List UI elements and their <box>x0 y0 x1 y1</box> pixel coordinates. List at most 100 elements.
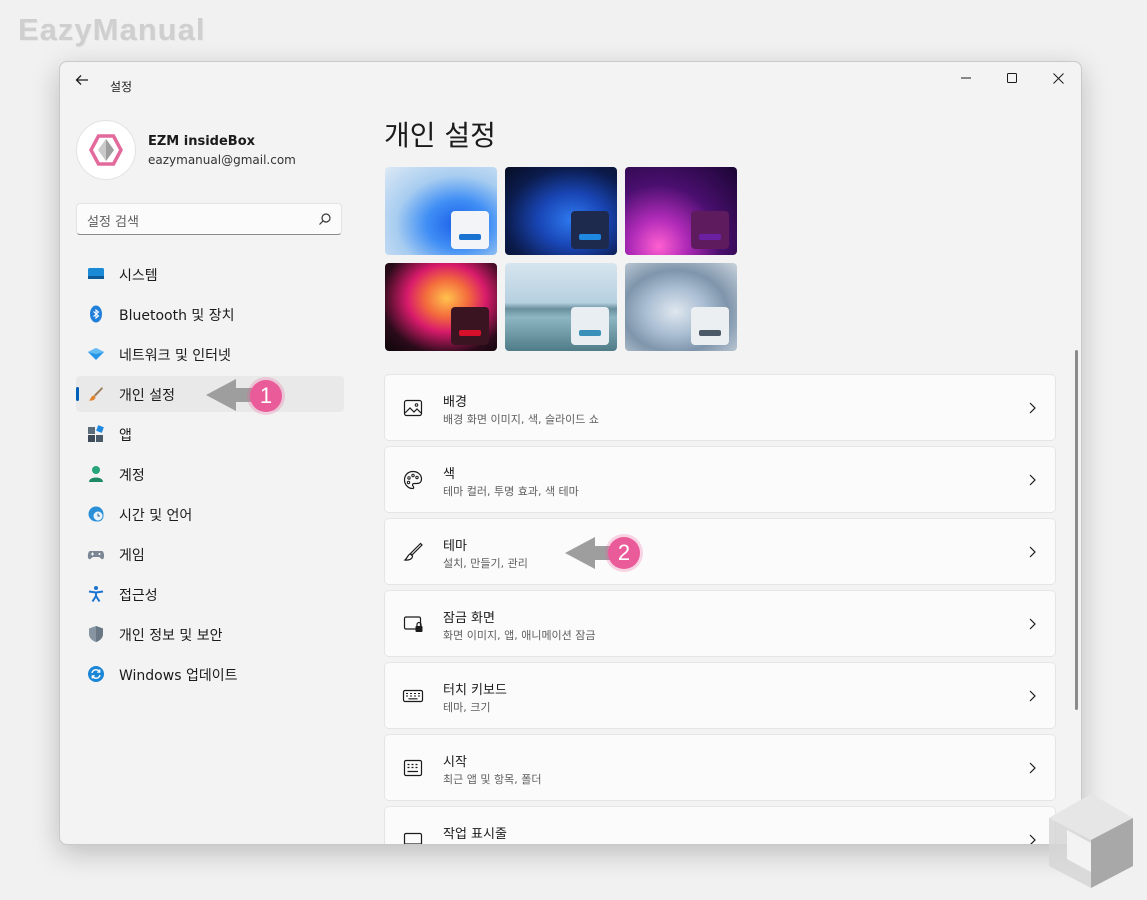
callout-arrow-1-icon <box>206 379 252 411</box>
shield-icon <box>89 626 103 642</box>
search-icon[interactable] <box>318 212 332 226</box>
page-title: 개인 설정 <box>384 119 496 152</box>
brush-icon <box>403 542 423 561</box>
lock-screen-icon <box>403 616 423 632</box>
sidebar-item-label: 개인 정보 및 보안 <box>119 628 223 644</box>
apps-icon <box>88 425 104 442</box>
maximize-button[interactable] <box>989 62 1035 94</box>
sidebar-item-label: 네트워크 및 인터넷 <box>119 348 231 364</box>
card-start[interactable]: 시작 최근 앱 및 항목, 폴더 <box>384 734 1056 801</box>
sidebar-item-accounts[interactable]: 계정 <box>76 456 344 492</box>
chevron-right-icon <box>1029 474 1036 486</box>
card-lock-screen[interactable]: 잠금 화면 화면 이미지, 앱, 애니메이션 잠금 <box>384 590 1056 657</box>
card-subtitle: 최근 앱 및 항목, 폴더 <box>443 773 542 786</box>
card-title: 시작 <box>443 755 467 770</box>
card-subtitle: 화면 이미지, 앱, 애니메이션 잠금 <box>443 629 596 642</box>
card-title: 작업 표시줄 <box>443 827 507 842</box>
sidebar-item-time-language[interactable]: 시간 및 언어 <box>76 496 344 532</box>
sidebar-item-accessibility[interactable]: 접근성 <box>76 576 344 612</box>
theme-thumbnail[interactable] <box>625 167 737 255</box>
image-icon <box>403 399 423 417</box>
sidebar-nav: 시스템 Bluetooth 및 장치 네트워크 및 인터넷 개인 설정 앱 계정… <box>76 256 344 696</box>
wifi-diamond-icon <box>88 348 104 360</box>
chevron-right-icon <box>1029 402 1036 414</box>
sidebar-item-label: 계정 <box>119 468 145 484</box>
minimize-button[interactable] <box>943 62 989 94</box>
settings-window: 설정 EZM insideBox eazymanual@gmail.com 설정… <box>59 61 1082 845</box>
personalization-options: 배경 배경 화면 이미지, 색, 슬라이드 쇼 색 테마 컬러, 투명 효과, … <box>384 374 1056 844</box>
close-button[interactable] <box>1035 62 1081 94</box>
chevron-right-icon <box>1029 618 1036 630</box>
callout-badge-2: 2 <box>608 537 640 569</box>
chevron-right-icon <box>1029 546 1036 558</box>
taskbar-icon <box>403 832 423 844</box>
theme-preview-window <box>691 211 729 249</box>
sidebar-item-gaming[interactable]: 게임 <box>76 536 344 572</box>
card-title: 테마 <box>443 539 467 554</box>
avatar <box>76 120 136 180</box>
theme-gallery <box>385 167 745 353</box>
sidebar-item-network[interactable]: 네트워크 및 인터넷 <box>76 336 344 372</box>
sidebar-item-system[interactable]: 시스템 <box>76 256 344 292</box>
card-title: 잠금 화면 <box>443 611 495 626</box>
profile-name: EZM insideBox <box>148 134 256 149</box>
sidebar-item-label: Bluetooth 및 장치 <box>119 308 235 324</box>
theme-thumbnail[interactable] <box>385 167 497 255</box>
cube-logo-icon <box>1049 794 1133 888</box>
theme-preview-window <box>691 307 729 345</box>
card-subtitle: 테마 컬러, 투명 효과, 색 테마 <box>443 485 579 498</box>
theme-preview-window <box>451 211 489 249</box>
card-touch-keyboard[interactable]: 터치 키보드 테마, 크기 <box>384 662 1056 729</box>
callout-arrow-2-icon <box>565 537 611 569</box>
update-icon <box>88 666 104 682</box>
chevron-right-icon <box>1029 690 1036 702</box>
settings-search-box[interactable]: 설정 검색 <box>76 203 342 235</box>
bluetooth-icon <box>90 305 102 323</box>
sidebar-item-label: 시간 및 언어 <box>119 508 193 524</box>
chevron-right-icon <box>1029 762 1036 774</box>
sidebar-item-label: 게임 <box>119 548 145 564</box>
start-menu-icon <box>403 759 423 777</box>
card-colors[interactable]: 색 테마 컬러, 투명 효과, 색 테마 <box>384 446 1056 513</box>
close-icon <box>1052 72 1064 84</box>
profile-email: eazymanual@gmail.com <box>148 153 296 167</box>
person-icon <box>89 466 103 482</box>
paintbrush-icon <box>89 387 103 401</box>
keyboard-icon <box>402 689 424 703</box>
search-input[interactable]: 설정 검색 <box>87 211 139 230</box>
user-profile[interactable]: EZM insideBox eazymanual@gmail.com <box>76 120 346 180</box>
theme-preview-window <box>451 307 489 345</box>
sidebar-item-label: Windows 업데이트 <box>119 668 238 684</box>
theme-thumbnail[interactable] <box>505 263 617 351</box>
card-subtitle: 설치, 만들기, 관리 <box>443 557 528 570</box>
palette-icon <box>403 470 423 490</box>
title-bar: 설정 <box>60 62 1081 94</box>
watermark-text: EazyManual <box>18 12 206 47</box>
scrollbar-thumb[interactable] <box>1075 350 1078 710</box>
sidebar-item-bluetooth[interactable]: Bluetooth 및 장치 <box>76 296 344 332</box>
back-arrow-icon[interactable] <box>74 72 90 88</box>
sidebar-item-windows-update[interactable]: Windows 업데이트 <box>76 656 344 692</box>
theme-thumbnail[interactable] <box>505 167 617 255</box>
globe-clock-icon <box>88 506 104 522</box>
card-taskbar[interactable]: 작업 표시줄 <box>384 806 1056 844</box>
selection-indicator <box>76 387 79 401</box>
window-title: 설정 <box>110 80 133 94</box>
hexagon-logo-icon <box>89 134 123 166</box>
card-title: 색 <box>443 467 455 482</box>
theme-thumbnail[interactable] <box>625 263 737 351</box>
accessibility-icon <box>88 586 104 603</box>
card-background[interactable]: 배경 배경 화면 이미지, 색, 슬라이드 쇼 <box>384 374 1056 441</box>
sidebar-item-label: 접근성 <box>119 588 158 604</box>
sidebar-item-label: 앱 <box>119 428 132 444</box>
sidebar-item-privacy[interactable]: 개인 정보 및 보안 <box>76 616 344 652</box>
card-subtitle: 테마, 크기 <box>443 701 491 714</box>
minimize-icon <box>961 77 971 79</box>
sidebar-item-label: 시스템 <box>119 268 158 284</box>
sidebar-item-apps[interactable]: 앱 <box>76 416 344 452</box>
theme-thumbnail[interactable] <box>385 263 497 351</box>
callout-badge-1: 1 <box>250 380 282 412</box>
card-title: 배경 <box>443 395 467 410</box>
card-themes[interactable]: 테마 설치, 만들기, 관리 <box>384 518 1056 585</box>
chevron-right-icon <box>1029 834 1036 844</box>
